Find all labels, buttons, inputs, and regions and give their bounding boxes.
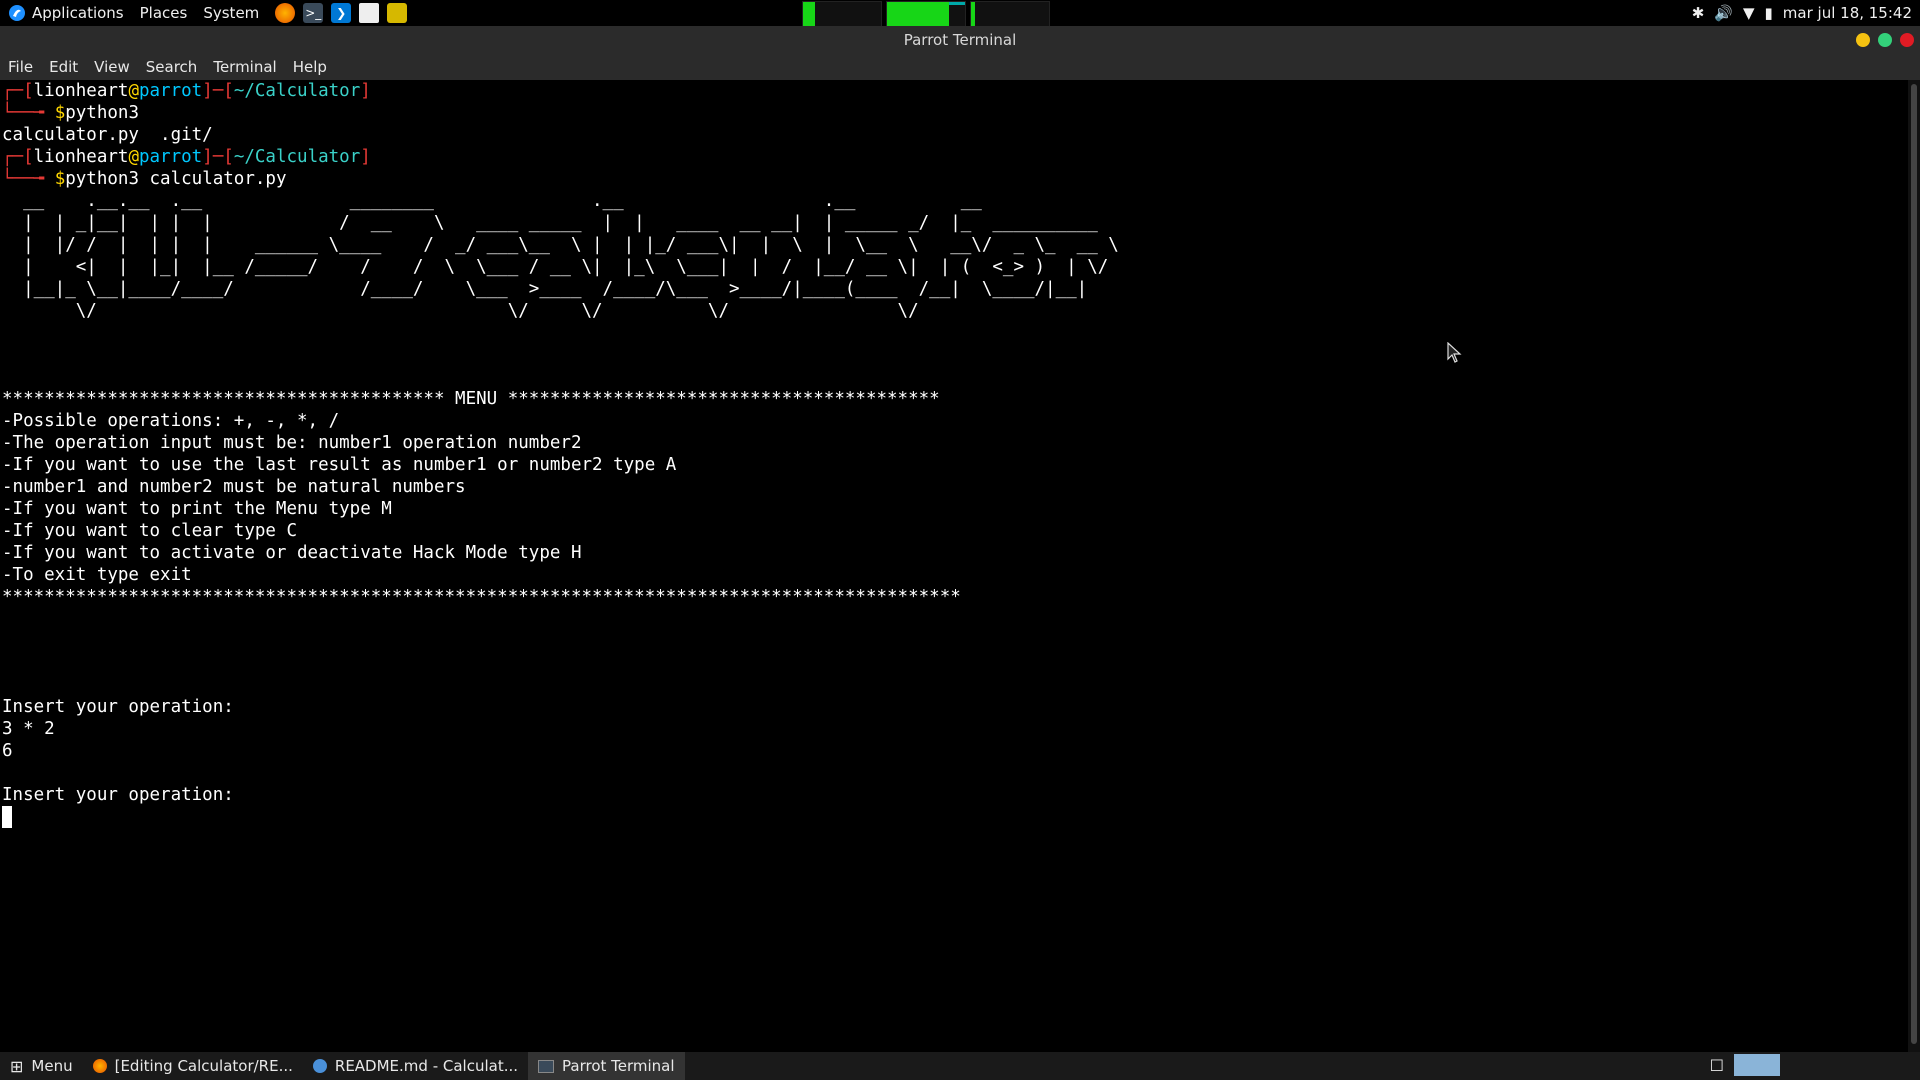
menu-line: -If you want to activate or deactivate H… [2,543,582,563]
ascii-banner-line: | <| | |_| |__ /_____/ / / \ \___ / __ \… [2,257,1109,277]
main-menu-label: Menu [31,1057,73,1075]
taskbar-item-label: [Editing Calculator/RE... [114,1057,293,1075]
firefox-icon [92,1059,107,1073]
show-desktop-icon[interactable]: ☐ [1710,1056,1724,1075]
prompt-dir: ~/Calculator [233,147,361,167]
operation-prompt: Insert your operation: [2,697,234,717]
terminal-area[interactable]: ┌─[lionheart@parrot]─[~/Calculator] └──╼… [0,80,1908,1052]
prompt-at: @ [128,81,139,101]
ascii-banner-line: |__|_ \__|____/____/ /____/ \___ >____ /… [2,279,1088,299]
bluetooth-icon[interactable]: ✱ [1692,4,1705,22]
places-menu[interactable]: Places [132,0,196,26]
workspace-switcher: ☐ [1710,1054,1780,1076]
terminal-scrollbar[interactable] [1908,80,1920,1052]
menu-line: -If you want to print the Menu type M [2,499,392,519]
menu-line: -The operation input must be: number1 op… [2,433,582,453]
operation-prompt: Insert your operation: [2,785,234,805]
menu-search[interactable]: Search [138,58,206,76]
menu-edit[interactable]: Edit [41,58,86,76]
terminal-menubar: File Edit View Search Terminal Help [0,54,1920,80]
firefox-icon[interactable] [275,3,296,23]
menu-file[interactable]: File [0,58,41,76]
applications-menu[interactable]: Applications [0,0,132,26]
wifi-icon[interactable]: ▼ [1743,4,1755,22]
ascii-banner-line: | |/ / | | | | ______ \____ / _/ ___\__ … [2,235,1119,255]
minimize-button[interactable] [1856,33,1870,47]
taskbar-item-terminal[interactable]: Parrot Terminal [528,1052,685,1080]
mouse-pointer-icon [1447,342,1462,363]
taskbar-item-vscode[interactable]: README.md - Calculat... [303,1052,528,1080]
vscode-icon [312,1059,327,1073]
clock[interactable]: mar jul 18, 15:42 [1783,4,1912,22]
prompt-user: lionheart [33,81,129,101]
text-editor-icon[interactable] [359,3,380,23]
prompt-dir: ~/Calculator [233,81,361,101]
taskbar-item-label: README.md - Calculat... [334,1057,519,1075]
menu-help[interactable]: Help [285,58,335,76]
menu-line: -If you want to clear type C [2,521,298,541]
text-cursor[interactable] [2,806,12,828]
cpu-monitor [802,1,882,27]
prompt-host: parrot [138,147,203,167]
command-line: python3 calculator.py [65,169,287,189]
scrollbar-thumb[interactable] [1911,84,1917,1044]
main-menu-button[interactable]: ⊞ Menu [0,1052,83,1080]
menu-line: -If you want to use the last result as n… [2,455,677,475]
menu-view[interactable]: View [86,58,138,76]
places-menu-label: Places [139,4,188,22]
taskbar-item-firefox[interactable]: [Editing Calculator/RE... [83,1052,303,1080]
window-titlebar[interactable]: Parrot Terminal [0,26,1920,54]
top-panel: Applications Places System >_ ❯ ✱ 🔊 ▼ ▮ … [0,0,1920,27]
ascii-banner-line: \/ \/ \/ \/ \/ [2,301,919,321]
menu-line: -number1 and number2 must be natural num… [2,477,466,497]
system-tray: ✱ 🔊 ▼ ▮ mar jul 18, 15:42 [1692,0,1912,26]
terminal-icon[interactable]: >_ [303,3,324,23]
maximize-button[interactable] [1878,33,1892,47]
network-monitor [970,1,1050,27]
menu-line: -Possible operations: +, -, *, / [2,411,340,431]
screenshot-icon[interactable] [387,3,408,23]
ascii-banner-line: | | _|__| | | | / __ \ ____ _____ | | __… [2,213,1098,233]
prompt-at: @ [128,147,139,167]
workspace-1[interactable] [1734,1054,1780,1076]
system-menu[interactable]: System [195,0,267,26]
menu-terminal[interactable]: Terminal [205,58,284,76]
command-line: python3 [65,103,139,123]
parrot-logo-icon [9,5,25,21]
close-button[interactable] [1900,33,1914,47]
prompt-host: parrot [138,81,203,101]
vscode-icon[interactable]: ❯ [331,3,352,23]
menu-grid-icon: ⊞ [10,1056,24,1076]
menu-line: -To exit type exit [2,565,192,585]
menu-header: ****************************************… [2,389,940,409]
operation-result: 6 [2,741,13,761]
prompt-user: lionheart [33,147,129,167]
battery-icon[interactable]: ▮ [1765,4,1773,22]
applications-menu-label: Applications [32,4,124,22]
operation-input: 3 * 2 [2,719,55,739]
taskbar-item-label: Parrot Terminal [562,1057,675,1075]
volume-icon[interactable]: 🔊 [1714,4,1733,22]
ascii-banner-line: __ .__.__ .__ ________ .__ .__ __ [2,191,982,211]
system-menu-label: System [203,4,260,22]
terminal-icon [538,1059,555,1073]
menu-footer: ****************************************… [2,587,961,607]
system-monitor [802,1,1050,27]
memory-monitor [886,1,966,27]
ls-output: calculator.py .git/ [2,125,213,145]
window-title: Parrot Terminal [903,31,1017,49]
bottom-panel: ⊞ Menu [Editing Calculator/RE... README.… [0,1052,1920,1080]
